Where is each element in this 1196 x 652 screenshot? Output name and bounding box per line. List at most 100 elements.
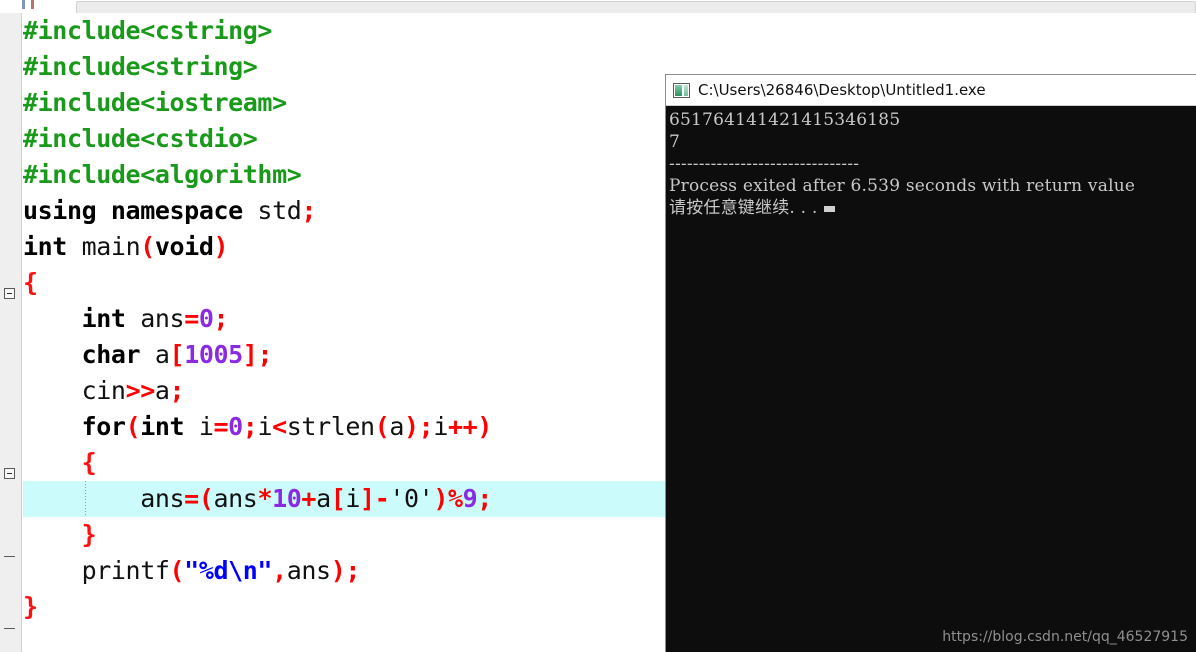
code-token: [ <box>169 340 185 369</box>
code-token: using namespace <box>23 196 258 225</box>
code-token: ) <box>213 232 229 261</box>
console-title-text: C:\Users\26846\Desktop\Untitled1.exe <box>698 81 986 99</box>
code-token: for <box>23 412 126 441</box>
code-token: printf <box>23 556 170 585</box>
editor-file-tab[interactable] <box>76 1 1196 13</box>
code-token: cin <box>23 376 126 405</box>
code-token: a <box>316 484 331 513</box>
watermark-url: https://blog.csdn.net/qq_46527915 <box>942 629 1188 645</box>
code-token: ] <box>360 484 375 513</box>
code-token: ; <box>213 304 229 333</box>
code-token: ) <box>404 412 419 441</box>
code-token: a <box>154 340 170 369</box>
code-token: [ <box>330 484 346 513</box>
code-token: main <box>81 232 141 261</box>
code-token: 0 <box>198 304 214 333</box>
console-output-line: 7 <box>669 131 1196 153</box>
code-token: std <box>257 196 302 225</box>
console-output-line: 651764141421415346185 <box>669 109 1196 131</box>
code-token: =( <box>184 484 214 513</box>
code-token: 9 <box>462 484 478 513</box>
code-token: a <box>154 376 170 405</box>
code-token: } <box>23 592 38 621</box>
code-token: >> <box>125 376 156 405</box>
fold-end-icon[interactable] <box>4 556 15 557</box>
console-title-bar[interactable]: C:\Users\26846\Desktop\Untitled1.exe <box>666 75 1196 106</box>
code-token: i <box>198 412 214 441</box>
code-token: i <box>433 412 448 441</box>
console-line-text: 7 <box>669 132 681 152</box>
code-token: { <box>23 268 38 297</box>
console-line-text: 请按任意键继续. . . <box>669 198 818 218</box>
console-output-body[interactable]: 651764141421415346185 7 ------------------… <box>666 106 1196 652</box>
console-output-line: Process exited after 6.539 seconds with … <box>669 175 1196 197</box>
code-token: ( <box>374 412 390 441</box>
code-token: ++ <box>447 412 478 441</box>
code-token: void <box>154 232 214 261</box>
code-token: , <box>272 556 287 585</box>
code-token: i <box>345 484 361 513</box>
code-token: ; <box>477 484 492 513</box>
code-token: int <box>23 232 82 261</box>
code-token: ) <box>330 556 346 585</box>
code-token: % <box>447 484 463 513</box>
code-token: '0' <box>389 484 434 513</box>
code-token: ans <box>140 304 185 333</box>
code-token: int <box>23 304 141 333</box>
code-token: #include<cstring> <box>23 16 273 45</box>
code-token: 0 <box>228 412 243 441</box>
code-token: ; <box>257 340 273 369</box>
code-token: ( <box>169 556 185 585</box>
code-token: #include<string> <box>23 52 258 81</box>
code-token: ; <box>301 196 317 225</box>
console-app-icon <box>673 82 690 98</box>
code-token: = <box>213 412 229 441</box>
code-token: strlen <box>286 412 375 441</box>
code-token: ) <box>433 484 448 513</box>
code-token: ; <box>345 556 361 585</box>
code-token: ) <box>477 412 492 441</box>
code-token: ( <box>125 412 141 441</box>
console-line-text: -------------------------------- <box>669 154 860 174</box>
code-token: 1005 <box>184 340 243 369</box>
code-token: * <box>257 484 273 513</box>
fold-end-icon[interactable] <box>4 628 15 629</box>
code-token: ( <box>140 232 155 261</box>
code-token: char <box>23 340 155 369</box>
fold-collapse-icon[interactable] <box>4 288 15 299</box>
code-token: i <box>257 412 273 441</box>
code-token: < <box>272 412 287 441</box>
code-token: ans <box>23 484 185 513</box>
code-token: } <box>23 520 97 549</box>
code-token: #include<algorithm> <box>23 160 302 189</box>
toolbar-icons-clipped[interactable] <box>22 0 44 9</box>
fold-collapse-icon[interactable] <box>4 468 15 479</box>
code-token: = <box>184 304 199 333</box>
code-line[interactable]: #include<cstring> <box>23 13 1196 49</box>
console-line-text: 651764141421415346185 <box>669 110 901 130</box>
editor-fold-gutter[interactable] <box>0 13 22 652</box>
code-token: #include<iostream> <box>23 88 287 117</box>
code-token: #include<cstdio> <box>23 124 258 153</box>
code-token: "%d\n" <box>184 556 273 585</box>
code-token: a <box>389 412 404 441</box>
screenshot-root: #include<cstring> #include<string> #includ… <box>0 0 1196 652</box>
code-token: ; <box>418 412 434 441</box>
console-output-line: -------------------------------- <box>669 153 1196 175</box>
code-token: int <box>140 412 199 441</box>
code-token: ans <box>286 556 331 585</box>
code-token: { <box>23 448 97 477</box>
console-output-line: 请按任意键继续. . . <box>669 197 1196 219</box>
code-token: 10 <box>272 484 302 513</box>
code-token: ; <box>169 376 185 405</box>
console-window[interactable]: C:\Users\26846\Desktop\Untitled1.exe 651… <box>665 74 1196 652</box>
ide-top-strip <box>0 0 1196 13</box>
console-line-text: Process exited after 6.539 seconds with … <box>669 176 1136 196</box>
code-token: - <box>374 484 390 513</box>
code-token: ; <box>242 412 258 441</box>
code-token: ] <box>242 340 258 369</box>
code-token: + <box>301 484 317 513</box>
code-token: ans <box>213 484 258 513</box>
indent-guide <box>85 481 86 517</box>
console-cursor <box>824 206 836 212</box>
